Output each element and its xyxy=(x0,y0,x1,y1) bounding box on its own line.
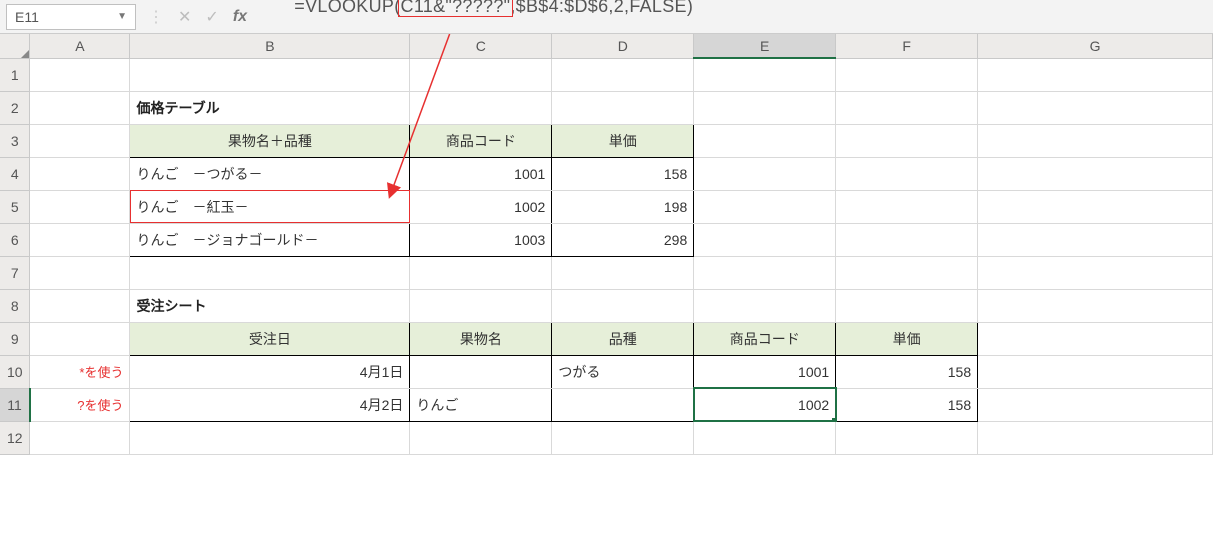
t2-h2: 果物名 xyxy=(410,322,552,355)
t1-r2-name[interactable]: りんご －ジョナゴールド－ xyxy=(130,223,410,256)
t2-r0-fruit[interactable] xyxy=(410,355,552,388)
rowhdr-9[interactable]: 9 xyxy=(0,322,30,355)
row-12: 12 xyxy=(0,421,1213,454)
row-8: 8 受注シート xyxy=(0,289,1213,322)
note-qmark: ?を使う xyxy=(30,388,130,421)
t1-title: 価格テーブル xyxy=(130,91,410,124)
t1-r2-code[interactable]: 1003 xyxy=(410,223,552,256)
rowhdr-3[interactable]: 3 xyxy=(0,124,30,157)
rowhdr-12[interactable]: 12 xyxy=(0,421,30,454)
t2-h1: 受注日 xyxy=(130,322,410,355)
t2-r1-kind[interactable] xyxy=(552,388,694,421)
rowhdr-6[interactable]: 6 xyxy=(0,223,30,256)
row-11: 11 ?を使う 4月2日 りんご 1002 158 xyxy=(0,388,1213,421)
t1-r2-price[interactable]: 298 xyxy=(552,223,694,256)
rowhdr-11[interactable]: 11 xyxy=(0,388,30,421)
name-box[interactable]: E11 ▼ xyxy=(6,4,136,30)
cancel-icon[interactable]: ✕ xyxy=(178,7,191,27)
row-3: 3 果物名＋品種 商品コード 単価 xyxy=(0,124,1213,157)
t1-r1-name[interactable]: りんご －紅玉－ xyxy=(130,190,410,223)
t2-r1-price[interactable]: 158 xyxy=(836,388,978,421)
rowhdr-8[interactable]: 8 xyxy=(0,289,30,322)
separator-icon: ⋮ xyxy=(148,7,164,27)
t2-r1-fruit[interactable]: りんご xyxy=(410,388,552,421)
col-C[interactable]: C xyxy=(410,34,552,58)
rowhdr-4[interactable]: 4 xyxy=(0,157,30,190)
fx-icon[interactable]: fx xyxy=(233,8,247,26)
t2-r0-code[interactable]: 1001 xyxy=(694,355,836,388)
row-6: 6 りんご －ジョナゴールド－ 1003 298 xyxy=(0,223,1213,256)
col-G[interactable]: G xyxy=(978,34,1213,58)
rowhdr-7[interactable]: 7 xyxy=(0,256,30,289)
col-D[interactable]: D xyxy=(552,34,694,58)
row-4: 4 りんご －つがる－ 1001 158 xyxy=(0,157,1213,190)
t1-r0-price[interactable]: 158 xyxy=(552,157,694,190)
note-star: *を使う xyxy=(30,355,130,388)
formula-bar-icons: ⋮ ✕ ✓ fx xyxy=(142,7,253,27)
rowhdr-10[interactable]: 10 xyxy=(0,355,30,388)
formula-part-2: ,$B$4:$D$6,2,FALSE) xyxy=(510,0,693,16)
t1-h2: 商品コード xyxy=(410,124,552,157)
t1-r0-name[interactable]: りんご －つがる－ xyxy=(130,157,410,190)
selected-cell-E11[interactable]: 1002 xyxy=(694,388,836,421)
t1-h1: 果物名＋品種 xyxy=(130,124,410,157)
row-9: 9 受注日 果物名 品種 商品コード 単価 xyxy=(0,322,1213,355)
t2-r0-price[interactable]: 158 xyxy=(836,355,978,388)
enter-icon[interactable]: ✓ xyxy=(205,7,218,27)
col-F[interactable]: F xyxy=(836,34,978,58)
t2-h4: 商品コード xyxy=(694,322,836,355)
row-2: 2 価格テーブル xyxy=(0,91,1213,124)
name-box-dropdown-icon[interactable]: ▼ xyxy=(117,5,127,29)
t2-r0-kind[interactable]: つがる xyxy=(552,355,694,388)
rowhdr-1[interactable]: 1 xyxy=(0,58,30,91)
column-headers: A B C D E F G xyxy=(0,34,1213,58)
rowhdr-2[interactable]: 2 xyxy=(0,91,30,124)
col-B[interactable]: B xyxy=(130,34,410,58)
t1-r1-price[interactable]: 198 xyxy=(552,190,694,223)
t1-h3: 単価 xyxy=(552,124,694,157)
t1-r0-code[interactable]: 1001 xyxy=(410,157,552,190)
t2-h3: 品種 xyxy=(552,322,694,355)
t2-r0-date[interactable]: 4月1日 xyxy=(130,355,410,388)
formula-part-1: =VLOOKUP( xyxy=(294,0,400,16)
formula-highlight: C11&"?????" xyxy=(401,0,511,16)
row-5: 5 りんご －紅玉－ 1002 198 xyxy=(0,190,1213,223)
row-7: 7 xyxy=(0,256,1213,289)
spreadsheet-grid: A B C D E F G 1 2 価格テーブル 3 果物名＋品種 商品コード … xyxy=(0,34,1213,455)
t2-title: 受注シート xyxy=(130,289,410,322)
t2-h5: 単価 xyxy=(836,322,978,355)
rowhdr-5[interactable]: 5 xyxy=(0,190,30,223)
col-E[interactable]: E xyxy=(694,34,836,58)
row-1: 1 xyxy=(0,58,1213,91)
name-box-value: E11 xyxy=(15,5,39,29)
select-all-corner[interactable] xyxy=(0,34,30,58)
row-10: 10 *を使う 4月1日 つがる 1001 158 xyxy=(0,355,1213,388)
grid-table[interactable]: A B C D E F G 1 2 価格テーブル 3 果物名＋品種 商品コード … xyxy=(0,34,1213,455)
formula-bar: E11 ▼ ⋮ ✕ ✓ fx =VLOOKUP(C11&"?????",$B$4… xyxy=(0,0,1213,34)
t2-r1-date[interactable]: 4月2日 xyxy=(130,388,410,421)
col-A[interactable]: A xyxy=(30,34,130,58)
t1-r1-code[interactable]: 1002 xyxy=(410,190,552,223)
fill-handle[interactable] xyxy=(832,418,836,422)
